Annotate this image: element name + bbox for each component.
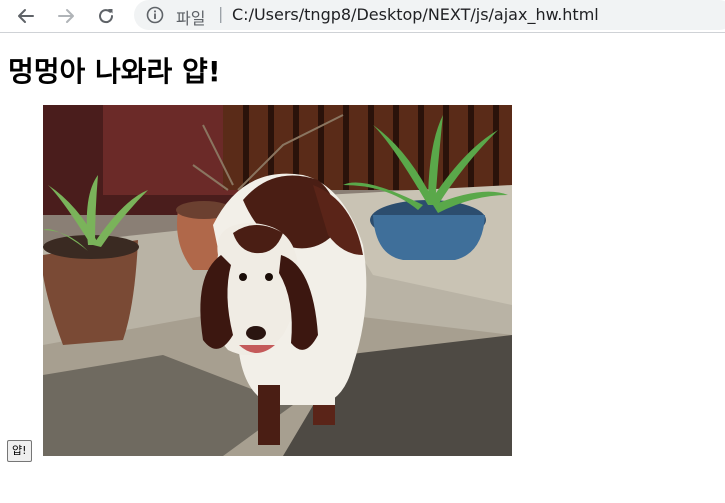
yap-button[interactable]: 얍! bbox=[7, 440, 32, 462]
reload-button[interactable] bbox=[92, 2, 120, 30]
dog-photo-illustration bbox=[43, 105, 512, 456]
back-button[interactable] bbox=[12, 2, 40, 30]
url-text[interactable]: C:/Users/tngp8/Desktop/NEXT/js/ajax_hw.h… bbox=[232, 5, 599, 24]
address-bar[interactable]: 파일 | C:/Users/tngp8/Desktop/NEXT/js/ajax… bbox=[134, 0, 725, 30]
reload-icon bbox=[99, 9, 114, 24]
scheme-separator: | bbox=[218, 4, 224, 23]
arrow-left-icon bbox=[18, 9, 34, 23]
dog-photo bbox=[43, 105, 512, 456]
scheme-label: 파일 bbox=[176, 9, 206, 28]
page-heading: 멍멍아 나와라 얍! bbox=[8, 55, 221, 88]
arrow-right-icon bbox=[58, 9, 74, 23]
info-circle-icon[interactable] bbox=[146, 6, 164, 24]
browser-toolbar: 파일 | C:/Users/tngp8/Desktop/NEXT/js/ajax… bbox=[0, 0, 725, 33]
forward-button[interactable] bbox=[52, 2, 80, 30]
